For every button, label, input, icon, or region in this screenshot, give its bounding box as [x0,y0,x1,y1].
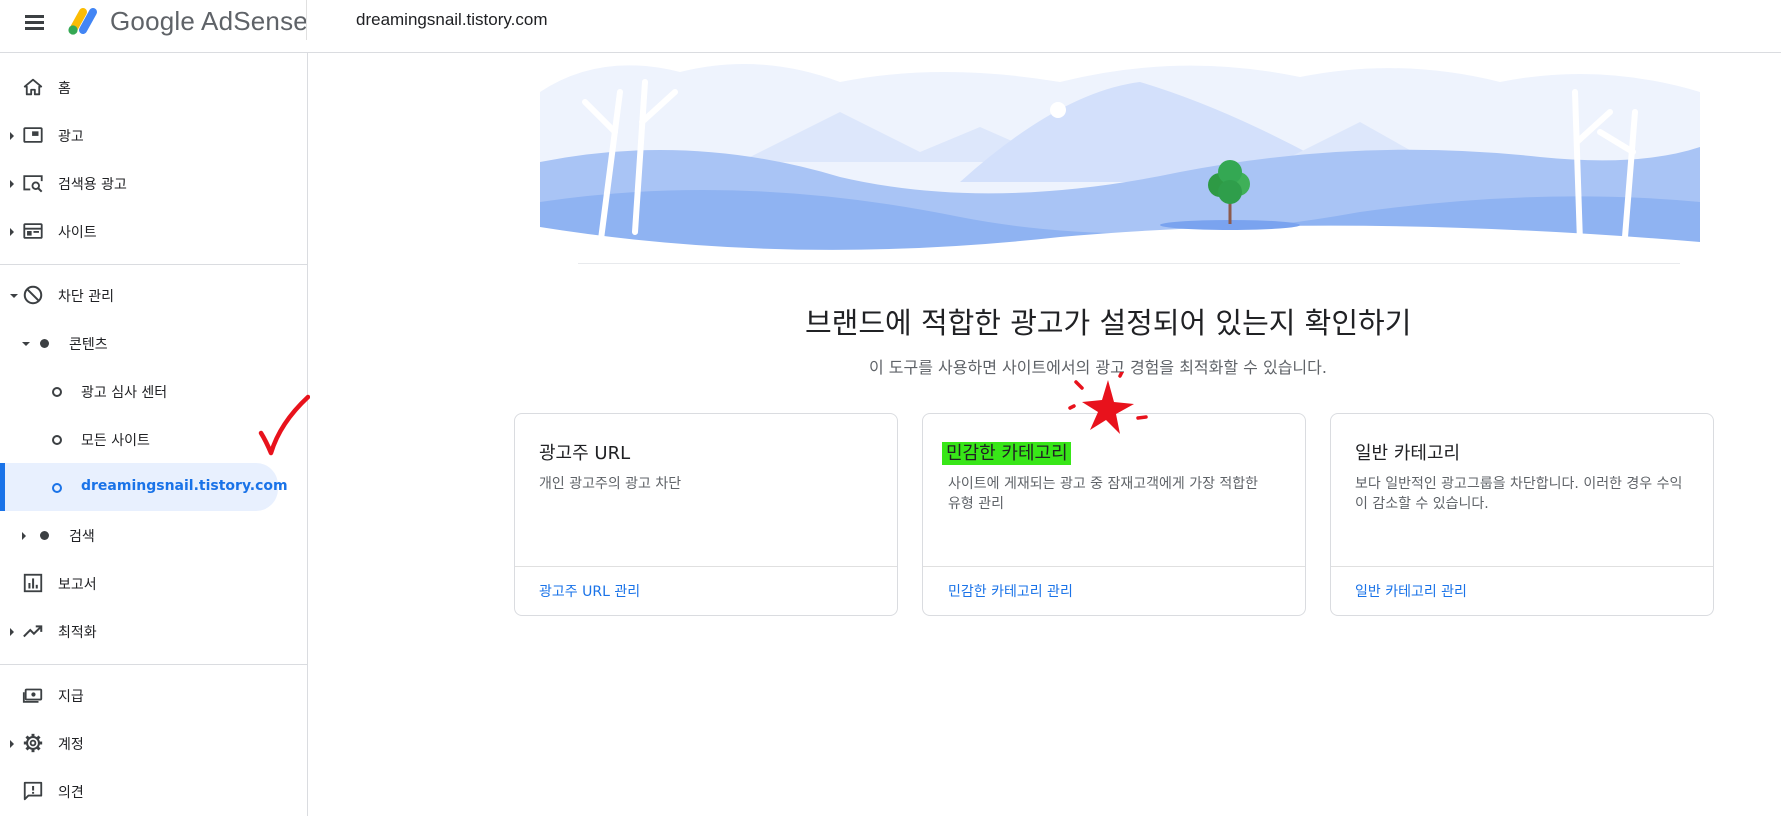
sidebar-item-reports[interactable]: 보고서 [0,563,307,603]
card-title: 민감한 카테고리 [942,439,1071,465]
card-title: 광고주 URL [539,443,631,464]
manage-general-categories-link[interactable]: 일반 카테고리 관리 [1355,581,1467,601]
caret-right-icon [10,180,14,188]
block-icon [23,285,43,305]
card-divider [923,566,1305,567]
gear-icon [23,733,43,753]
landscape-illustration [540,64,1700,264]
caret-down-icon [10,294,18,298]
red-checkmark-annotation [258,394,310,456]
sidebar-item-account[interactable]: 계정 [0,723,307,763]
sidebar-item-payments[interactable]: 지급 [0,675,307,715]
sidebar-item-sites[interactable]: 사이트 [0,211,307,251]
trending-up-icon [23,625,43,638]
nav-divider [0,264,307,265]
caret-down-icon [22,342,30,346]
sidebar-item-blocking-controls[interactable]: 차단 관리 [0,275,307,315]
general-categories-card: 일반 카테고리 보다 일반적인 광고그룹을 차단합니다. 이러한 경우 수익이 … [1330,413,1714,616]
dot-icon [40,531,49,540]
bar-chart-icon [23,573,43,593]
sidebar-item-label: 최적화 [58,625,97,641]
hero-divider [578,263,1680,264]
sidebar-item-label: 사이트 [58,225,97,241]
card-description: 보다 일반적인 광고그룹을 차단합니다. 이러한 경우 수익이 감소할 수 있습… [1355,476,1683,512]
active-indicator [0,463,5,511]
card-description: 사이트에 게재되는 광고 중 잠재고객에게 가장 적합한 유형 관리 [948,476,1259,512]
advertiser-url-card: 광고주 URL 개인 광고주의 광고 차단 광고주 URL 관리 [514,413,898,616]
sidebar-item-content[interactable]: 콘텐츠 [0,323,307,363]
adsense-logo-icon [68,8,97,35]
header-divider [306,0,307,40]
caret-right-icon [10,740,14,748]
caret-right-icon [10,628,14,636]
dot-icon [40,339,49,348]
sidebar-item-ads[interactable]: 광고 [0,115,307,155]
manage-sensitive-categories-link[interactable]: 민감한 카테고리 관리 [948,581,1073,601]
sidebar-item-label: dreamingsnail.tistory.com [81,478,288,494]
ads-icon [23,127,43,143]
card-title: 일반 카테고리 [1355,443,1461,464]
sidebar-item-label: 홈 [58,81,71,97]
top-app-bar: Google AdSense dreamingsnail.tistory.com [0,0,1781,53]
sidebar-item-label: 검색용 광고 [58,177,127,193]
sidebar-item-label: 의견 [58,785,84,801]
sidebar-item-label: 광고 심사 센터 [81,385,168,401]
sidebar-item-label: 차단 관리 [58,289,114,305]
caret-right-icon [10,228,14,236]
sidebar-item-label: 모든 사이트 [81,433,150,449]
card-divider [1331,566,1713,567]
home-icon [23,78,43,96]
sidebar-item-feedback[interactable]: 의견 [0,771,307,811]
payments-icon [22,688,43,703]
brand-name: Google AdSense [110,6,308,36]
caret-right-icon [10,132,14,140]
caret-right-icon [22,532,26,540]
highlighted-card-title: 민감한 카테고리 [942,442,1071,465]
sidebar-item-label: 검색 [69,529,95,545]
sidebar-item-label: 계정 [58,737,84,753]
ring-icon [52,483,62,493]
sidebar-item-label: 지급 [58,689,84,705]
sidebar-item-search-ads[interactable]: 검색용 광고 [0,163,307,203]
manage-advertiser-url-link[interactable]: 광고주 URL 관리 [539,581,640,601]
sites-icon [23,223,43,239]
card-divider [515,566,897,567]
page-title: 브랜드에 적합한 광고가 설정되어 있는지 확인하기 [805,306,1412,340]
sidebar-item-optimization[interactable]: 최적화 [0,611,307,651]
sidebar-item-label: 광고 [58,129,84,145]
sidebar-item-search[interactable]: 검색 [0,515,307,555]
menu-icon[interactable] [22,10,48,36]
sidebar-item-label: 보고서 [58,577,97,593]
sidebar-item-site-dreamingsnail[interactable]: dreamingsnail.tistory.com [0,463,288,511]
nav-divider [0,664,307,665]
card-description: 개인 광고주의 광고 차단 [539,476,682,492]
red-star-annotation [1068,372,1148,434]
feedback-icon [23,781,43,801]
sidebar-item-home[interactable]: 홈 [0,67,307,107]
sidebar-item-label: 콘텐츠 [69,337,108,353]
ring-icon [52,435,62,445]
search-ads-icon [23,175,43,193]
ring-icon [52,387,62,397]
site-title: dreamingsnail.tistory.com [356,10,548,29]
sensitive-categories-card: 민감한 카테고리 사이트에 게재되는 광고 중 잠재고객에게 가장 적합한 유형… [922,413,1306,616]
